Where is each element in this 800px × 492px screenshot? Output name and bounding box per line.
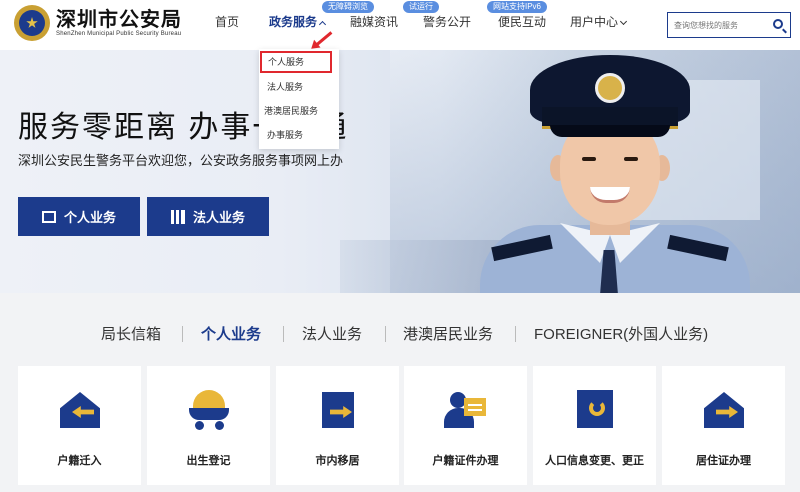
house-arrow-icon bbox=[58, 388, 102, 432]
site-header: 深圳市公安局 ShenZhen Municipal Public Securit… bbox=[0, 0, 800, 50]
nav-interaction[interactable]: 便民互动 bbox=[498, 13, 546, 30]
search-box bbox=[667, 12, 791, 38]
tab-divider bbox=[515, 326, 516, 342]
services-section: 局长信箱 个人业务 法人业务 港澳居民业务 FOREIGNER(外国人业务) 户… bbox=[0, 293, 800, 492]
house-arrow-icon bbox=[702, 388, 746, 432]
tab-foreigner[interactable]: FOREIGNER(外国人业务) bbox=[534, 323, 708, 344]
police-emblem-icon bbox=[14, 5, 50, 41]
site-logo[interactable]: 深圳市公安局 ShenZhen Municipal Public Securit… bbox=[14, 5, 182, 41]
chevron-up-icon bbox=[318, 20, 327, 29]
card-label: 市内移居 bbox=[315, 455, 360, 467]
cap-badge-icon bbox=[595, 73, 625, 103]
card-label: 出生登记 bbox=[186, 455, 231, 467]
service-card-residence-permit[interactable]: 居住证办理 bbox=[662, 366, 785, 485]
card-label: 户籍迁入 bbox=[57, 455, 102, 467]
card-label: 户籍证件办理 bbox=[432, 455, 499, 467]
logo-subtitle: ShenZhen Municipal Public Security Burea… bbox=[56, 31, 182, 37]
person-id-card-icon bbox=[444, 388, 488, 432]
search-input[interactable] bbox=[668, 13, 768, 37]
dropdown-item-legal[interactable]: 法人服务 bbox=[259, 76, 339, 98]
nav-user-center[interactable]: 用户中心 bbox=[570, 13, 628, 30]
id-card-icon bbox=[41, 210, 56, 223]
gov-services-dropdown: 个人服务 法人服务 港澳居民服务 办事服务 bbox=[259, 49, 339, 149]
tab-hkmacau[interactable]: 港澳居民业务 bbox=[403, 323, 493, 344]
ipv6-badge: 网站支持IPv6 bbox=[487, 1, 548, 13]
dropdown-item-hkmacau[interactable]: 港澳居民服务 bbox=[259, 100, 339, 122]
card-label: 居住证办理 bbox=[696, 455, 751, 467]
logo-title: 深圳市公安局 bbox=[56, 9, 182, 31]
nav-police-affairs[interactable]: 警务公开 bbox=[423, 13, 471, 30]
service-card-intracity-move[interactable]: 市内移居 bbox=[276, 366, 399, 485]
police-officer-image bbox=[480, 55, 760, 295]
tab-divider bbox=[283, 326, 284, 342]
service-card-id-documents[interactable]: 户籍证件办理 bbox=[404, 366, 527, 485]
nav-media-news[interactable]: 融媒资讯 bbox=[350, 13, 398, 30]
tab-divider bbox=[385, 326, 386, 342]
stroller-icon bbox=[187, 388, 231, 432]
building-icon bbox=[170, 209, 185, 224]
nav-user-center-label: 用户中心 bbox=[570, 15, 619, 29]
search-icon[interactable] bbox=[773, 19, 783, 29]
personal-business-button[interactable]: 个人业务 bbox=[18, 197, 140, 236]
door-arrow-icon bbox=[316, 388, 360, 432]
personal-business-label: 个人业务 bbox=[63, 210, 116, 225]
chevron-down-icon bbox=[619, 17, 628, 26]
legal-business-label: 法人业务 bbox=[192, 210, 245, 225]
legal-business-button[interactable]: 法人业务 bbox=[147, 197, 269, 236]
tab-personal[interactable]: 个人业务 bbox=[201, 323, 261, 344]
tab-legal[interactable]: 法人业务 bbox=[302, 323, 362, 344]
dropdown-item-personal[interactable]: 个人服务 bbox=[260, 51, 332, 73]
dropdown-item-affairs[interactable]: 办事服务 bbox=[259, 124, 339, 146]
tab-divider bbox=[182, 326, 183, 342]
nav-home[interactable]: 首页 bbox=[215, 13, 239, 30]
nav-gov-services[interactable]: 政务服务 bbox=[269, 13, 327, 30]
tab-director-mailbox[interactable]: 局长信箱 bbox=[101, 323, 161, 344]
service-card-hukou-move-in[interactable]: 户籍迁入 bbox=[18, 366, 141, 485]
business-tabs: 局长信箱 个人业务 法人业务 港澳居民业务 FOREIGNER(外国人业务) bbox=[0, 323, 800, 347]
service-card-info-change[interactable]: 人口信息变更、更正 bbox=[533, 366, 656, 485]
accessibility-badge[interactable]: 无障碍浏览 bbox=[322, 1, 374, 13]
trial-badge: 试运行 bbox=[403, 1, 439, 13]
nav-gov-services-label: 政务服务 bbox=[269, 15, 318, 29]
hero-subline: 深圳公安民生警务平台欢迎您，公安政务服务事项网上办 bbox=[18, 153, 344, 168]
document-refresh-icon bbox=[573, 388, 617, 432]
service-card-birth-registration[interactable]: 出生登记 bbox=[147, 366, 270, 485]
card-label: 人口信息变更、更正 bbox=[545, 455, 644, 467]
